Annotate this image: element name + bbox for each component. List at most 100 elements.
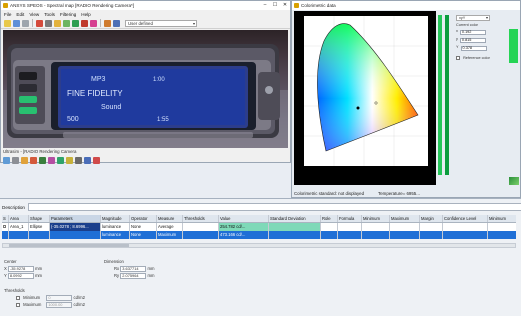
cell-value[interactable]: 473.166 cd/... <box>219 231 269 239</box>
cell-shape[interactable]: Ellipse <box>29 223 50 231</box>
color-space-select[interactable]: xyY ▾ <box>456 15 490 21</box>
open-icon[interactable] <box>4 19 11 27</box>
cell-thresholds[interactable] <box>183 231 219 239</box>
play-icon[interactable] <box>72 19 79 27</box>
table-horizontal-scrollbar[interactable] <box>2 243 516 248</box>
cell-value[interactable]: 254.782 cd/... <box>219 223 269 231</box>
menu-view[interactable]: View <box>29 12 39 17</box>
col-header-margin[interactable]: Margin <box>420 215 443 222</box>
cell-shape[interactable] <box>29 231 50 239</box>
cell-role[interactable] <box>321 223 338 231</box>
table-row[interactable]: luminance None Maximum 473.166 cd/... <box>2 231 516 239</box>
cell-maximum[interactable] <box>390 231 420 239</box>
rx-input[interactable]: 3.637714 <box>120 266 147 272</box>
print-icon[interactable] <box>22 19 29 27</box>
grid-icon[interactable] <box>12 157 19 164</box>
cell-thresholds[interactable] <box>183 223 219 231</box>
cell-measure[interactable]: Maximum <box>157 231 183 239</box>
col-header-s[interactable]: S <box>2 215 9 222</box>
reference-color-row[interactable]: Reference color <box>456 56 504 60</box>
layer-icon[interactable] <box>3 157 10 164</box>
menu-file[interactable]: File <box>4 12 11 17</box>
map-icon[interactable] <box>66 157 73 164</box>
chromaticity-diagram[interactable] <box>294 11 436 185</box>
color-icon[interactable] <box>90 19 97 27</box>
col-header-confidence[interactable]: Confidence Level <box>443 215 488 222</box>
chart-icon[interactable] <box>39 157 46 164</box>
col-header-magnitude[interactable]: Magnitude <box>101 215 130 222</box>
maximum-checkbox[interactable] <box>16 303 20 307</box>
spectral-image-view[interactable]: MP3 1:00 FINE FIDELITY Sound 500 1:55 <box>3 30 288 148</box>
cell-formula[interactable] <box>338 231 362 239</box>
stop-icon[interactable] <box>75 157 82 164</box>
col-header-role[interactable]: Role <box>321 215 338 222</box>
cell-confidence[interactable] <box>443 231 488 239</box>
minimize-icon[interactable]: – <box>260 1 270 10</box>
scrollbar-thumb[interactable] <box>9 244 129 247</box>
cell-operator[interactable]: None <box>130 231 157 239</box>
cell-magnitude[interactable]: luminance <box>101 223 130 231</box>
cell-maximum[interactable] <box>390 223 420 231</box>
select-icon[interactable] <box>54 19 61 27</box>
preset-select[interactable]: User defined ▾ <box>125 19 197 27</box>
cell-minimum-2[interactable] <box>488 231 516 239</box>
cell-std-deviation[interactable] <box>269 231 321 239</box>
delete-icon[interactable] <box>93 157 100 164</box>
y-field[interactable]: 0.815 <box>459 37 486 43</box>
row-select-cell[interactable] <box>2 231 9 239</box>
cell-minimum[interactable] <box>362 231 390 239</box>
save-icon[interactable] <box>13 19 20 27</box>
cell-parameters[interactable] <box>50 231 101 239</box>
col-header-minimum[interactable]: Minimum <box>362 215 390 222</box>
cell-role[interactable] <box>321 231 338 239</box>
cell-std-deviation[interactable] <box>269 223 321 231</box>
cell-operator[interactable]: None <box>130 223 157 231</box>
cell-margin[interactable] <box>420 223 443 231</box>
col-header-thresholds[interactable]: Thresholds <box>183 215 219 222</box>
pan-icon[interactable] <box>45 19 52 27</box>
zoom-icon[interactable] <box>36 19 43 27</box>
export-icon[interactable] <box>30 157 37 164</box>
gamut-icon[interactable] <box>509 177 519 185</box>
col-header-minimum-2[interactable]: Minimum <box>488 215 516 222</box>
cell-area[interactable]: Area_1 <box>9 223 29 231</box>
ruler-icon[interactable] <box>21 157 28 164</box>
record-icon[interactable] <box>81 19 88 27</box>
cell-measure[interactable]: Average <box>157 223 183 231</box>
cell-minimum[interactable] <box>362 223 390 231</box>
x-field[interactable]: 0.192 <box>459 29 486 35</box>
cell-parameters[interactable]: (-35.0278 ; 8.6996... <box>50 223 101 231</box>
cell-magnitude[interactable]: luminance <box>101 231 130 239</box>
col-header-operator[interactable]: Operator <box>130 215 157 222</box>
maximum-input[interactable]: 1000.00 <box>46 302 73 308</box>
description-input[interactable] <box>27 203 521 211</box>
filter-icon[interactable] <box>104 19 111 27</box>
center-y-input[interactable]: 8.0992 <box>7 273 34 279</box>
col-header-std-deviation[interactable]: Standard Deviation <box>269 215 321 222</box>
reference-color-checkbox[interactable] <box>456 56 460 60</box>
menu-tools[interactable]: Tools <box>44 12 55 17</box>
col-header-measure[interactable]: Measure <box>157 215 183 222</box>
row-select-checkbox[interactable] <box>2 223 9 231</box>
cell-confidence[interactable] <box>443 223 488 231</box>
curve-icon[interactable] <box>57 157 64 164</box>
maximize-icon[interactable]: ☐ <box>270 1 280 10</box>
Y-field[interactable]: 0.378 <box>460 45 487 51</box>
col-header-shape[interactable]: Shape <box>29 215 50 222</box>
settings-icon[interactable] <box>113 19 120 27</box>
palette-icon[interactable] <box>48 157 55 164</box>
menu-help[interactable]: Help <box>81 12 90 17</box>
minimum-checkbox[interactable] <box>16 296 20 300</box>
cell-formula[interactable] <box>338 223 362 231</box>
measure-icon[interactable] <box>63 19 70 27</box>
col-header-value[interactable]: Value <box>219 215 269 222</box>
cell-margin[interactable] <box>420 231 443 239</box>
menu-filtering[interactable]: Filtering <box>60 12 76 17</box>
col-header-area[interactable]: Area <box>9 215 29 222</box>
center-x-input[interactable]: -35.9278 <box>7 266 34 272</box>
col-header-formula[interactable]: Formula <box>338 215 362 222</box>
ry-input[interactable]: 2.075964 <box>120 273 147 279</box>
col-header-maximum[interactable]: Maximum <box>390 215 420 222</box>
col-header-parameters[interactable]: Parameters <box>50 215 101 222</box>
minimum-input[interactable]: 0 <box>46 295 73 301</box>
